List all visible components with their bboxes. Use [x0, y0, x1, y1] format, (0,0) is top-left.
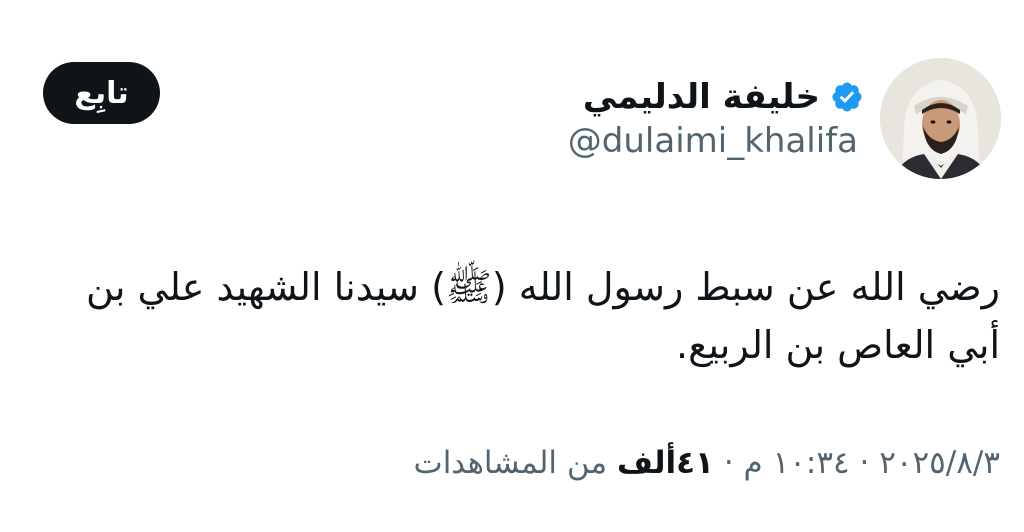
tweet-meta: ٢٠٢٥/٨/٣ · ١٠:٣٤ م · ٤١ألف من المشاهدات: [414, 448, 1000, 479]
tweet-text-line-2: أبي العاص بن الربيع.: [676, 323, 1000, 367]
author-name-row: خليفة الدليمي: [583, 72, 864, 122]
tweet-text-line-1: رضي الله عن سبط رسول الله (ﷺ) سيدنا الشه…: [85, 265, 1000, 309]
author-display-name[interactable]: خليفة الدليمي: [583, 80, 820, 114]
meta-separator: ·: [713, 445, 744, 481]
tweet-text: رضي الله عن سبط رسول الله (ﷺ) سيدنا الشه…: [20, 258, 1000, 374]
follow-button[interactable]: تابِع: [43, 62, 160, 124]
tweet-date[interactable]: ٢٠٢٥/٨/٣: [879, 445, 1000, 481]
meta-separator: ·: [849, 445, 880, 481]
author-handle[interactable]: @dulaimi_khalifa: [568, 124, 858, 158]
tweet-card: خليفة الدليمي @dulaimi_khalifa تابِع رضي…: [0, 0, 1024, 532]
views-count[interactable]: ٤١ألف: [617, 445, 714, 481]
avatar[interactable]: [880, 58, 1001, 179]
views-label: من المشاهدات: [413, 445, 608, 481]
avatar-image: [880, 58, 1001, 179]
tweet-time[interactable]: ١٠:٣٤ م: [744, 445, 850, 481]
verified-badge-icon: [830, 80, 864, 114]
